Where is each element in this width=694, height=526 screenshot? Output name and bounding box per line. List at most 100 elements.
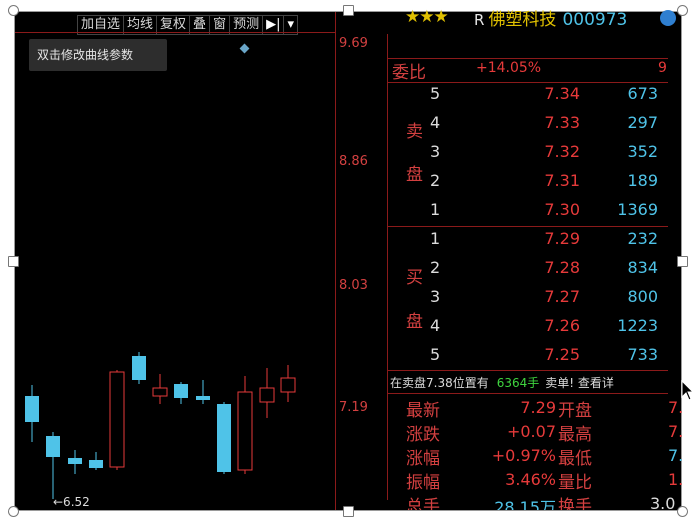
level-volume: 834 [627, 258, 658, 277]
candle-body[interactable] [196, 396, 210, 400]
axis-label-9-69: 9.69 [339, 36, 368, 51]
candle-body[interactable] [237, 391, 253, 471]
buy-level-row[interactable]: 2 7.28 834 [410, 258, 668, 283]
stock-name: 佛塑科技 [488, 10, 557, 30]
stat-label: 总手 [406, 497, 440, 510]
buy-level-row[interactable]: 4 7.26 1223 [410, 316, 668, 341]
stat-value: +0.07 [506, 422, 556, 441]
stat-value: 3.46% [505, 470, 556, 489]
resize-handle-right[interactable] [677, 256, 688, 267]
sell-level-row[interactable]: 5 7.34 673 [410, 84, 668, 109]
divider [387, 370, 668, 371]
level-volume: 800 [627, 287, 658, 306]
level-price: 7.30 [544, 200, 580, 219]
candle-body[interactable] [259, 387, 275, 403]
axis-label-7-19: 7.19 [339, 400, 368, 415]
stock-title: R 佛塑科技 000973 [474, 5, 627, 30]
stat-value: 7. [668, 422, 684, 441]
buy-level-row[interactable]: 3 7.27 800 [410, 287, 668, 312]
level-number: 3 [430, 287, 441, 306]
level-volume: 733 [627, 345, 658, 364]
order-ratio-label: 委比 [392, 63, 426, 83]
resize-handle-top-left[interactable] [8, 5, 19, 16]
order-ratio-cut-value: 9 [658, 60, 667, 76]
resize-handle-left[interactable] [8, 256, 19, 267]
quote-panel-border [387, 34, 388, 500]
candle-body[interactable] [46, 436, 60, 457]
level-price: 7.32 [544, 142, 580, 161]
sell-level-row[interactable]: 4 7.33 297 [410, 113, 668, 138]
candle-body[interactable] [217, 404, 231, 472]
candle-body[interactable] [68, 458, 82, 464]
candle-body[interactable] [280, 377, 296, 393]
candlestick-chart[interactable] [15, 12, 335, 511]
rating-stars-icon: ★★★ [405, 7, 449, 27]
stat-label: 振幅 [406, 473, 440, 493]
level-number: 4 [430, 113, 441, 132]
level-number: 2 [430, 171, 441, 190]
level-volume: 673 [627, 84, 658, 103]
resize-handle-bottom[interactable] [343, 506, 354, 517]
candle-body[interactable] [132, 356, 146, 380]
order-ratio-row: 委比 +14.05% 9 [390, 58, 668, 84]
sell-level-row[interactable]: 2 7.31 189 [410, 171, 668, 196]
level-volume: 1369 [617, 200, 658, 219]
level-price: 7.26 [544, 316, 580, 335]
level-price: 7.29 [544, 229, 580, 248]
level-price: 7.31 [544, 171, 580, 190]
buy-level-row[interactable]: 1 7.29 232 [410, 229, 668, 254]
stock-code: 000973 [562, 10, 628, 30]
stat-label: 最高 [558, 425, 592, 445]
resize-handle-bottom-right[interactable] [677, 506, 688, 517]
sell-level-row[interactable]: 1 7.30 1369 [410, 200, 668, 225]
stat-value: 1. [668, 470, 684, 489]
level-price: 7.34 [544, 84, 580, 103]
info-icon[interactable] [660, 10, 676, 26]
divider [387, 226, 668, 227]
level-price: 7.27 [544, 287, 580, 306]
alert-quantity: 6364手 [496, 376, 540, 390]
level-volume: 189 [627, 171, 658, 190]
candle-body[interactable] [109, 371, 125, 468]
level-number: 5 [430, 84, 441, 103]
candle-body[interactable] [152, 387, 168, 397]
candle-body[interactable] [174, 384, 188, 398]
large-order-alert[interactable]: 在卖盘7.38位置有 6364手 卖单! 查看详 [390, 374, 668, 392]
stat-label: 开盘 [558, 401, 592, 421]
level-price: 7.28 [544, 258, 580, 277]
mouse-cursor-icon [681, 380, 694, 401]
level-number: 5 [430, 345, 441, 364]
level-price: 7.25 [544, 345, 580, 364]
stat-value: 28.15万 [494, 498, 556, 510]
resize-handle-top[interactable] [343, 5, 354, 16]
stat-label: 涨幅 [406, 449, 440, 469]
level-volume: 297 [627, 113, 658, 132]
margin-flag: R [474, 11, 485, 29]
price-axis-line [335, 12, 336, 510]
level-number: 1 [430, 200, 441, 219]
level-volume: 232 [627, 229, 658, 248]
level-number: 3 [430, 142, 441, 161]
axis-label-8-86: 8.86 [339, 154, 368, 169]
buy-level-row[interactable]: 5 7.25 733 [410, 345, 668, 370]
alert-text: 在卖盘7.38位置有 [390, 376, 489, 390]
resize-handle-top-right[interactable] [677, 5, 688, 16]
stat-label: 涨跌 [406, 425, 440, 445]
level-price: 7.33 [544, 113, 580, 132]
order-ratio-value: +14.05% [476, 60, 542, 76]
level-number: 1 [430, 229, 441, 248]
alert-link[interactable]: 卖单! 查看详 [545, 376, 614, 390]
level-number: 4 [430, 316, 441, 335]
stat-label: 最低 [558, 449, 592, 469]
level-volume: 1223 [617, 316, 658, 335]
candle-body[interactable] [25, 396, 39, 422]
resize-handle-bottom-left[interactable] [8, 506, 19, 517]
stat-label: 量比 [558, 473, 592, 493]
low-price-marker: ←6.52 [53, 495, 90, 509]
sell-level-row[interactable]: 3 7.32 352 [410, 142, 668, 167]
stat-value: 7. [668, 446, 684, 465]
candle-body[interactable] [89, 460, 103, 468]
stat-label: 最新 [406, 401, 440, 421]
axis-label-8-03: 8.03 [339, 278, 368, 293]
level-number: 2 [430, 258, 441, 277]
